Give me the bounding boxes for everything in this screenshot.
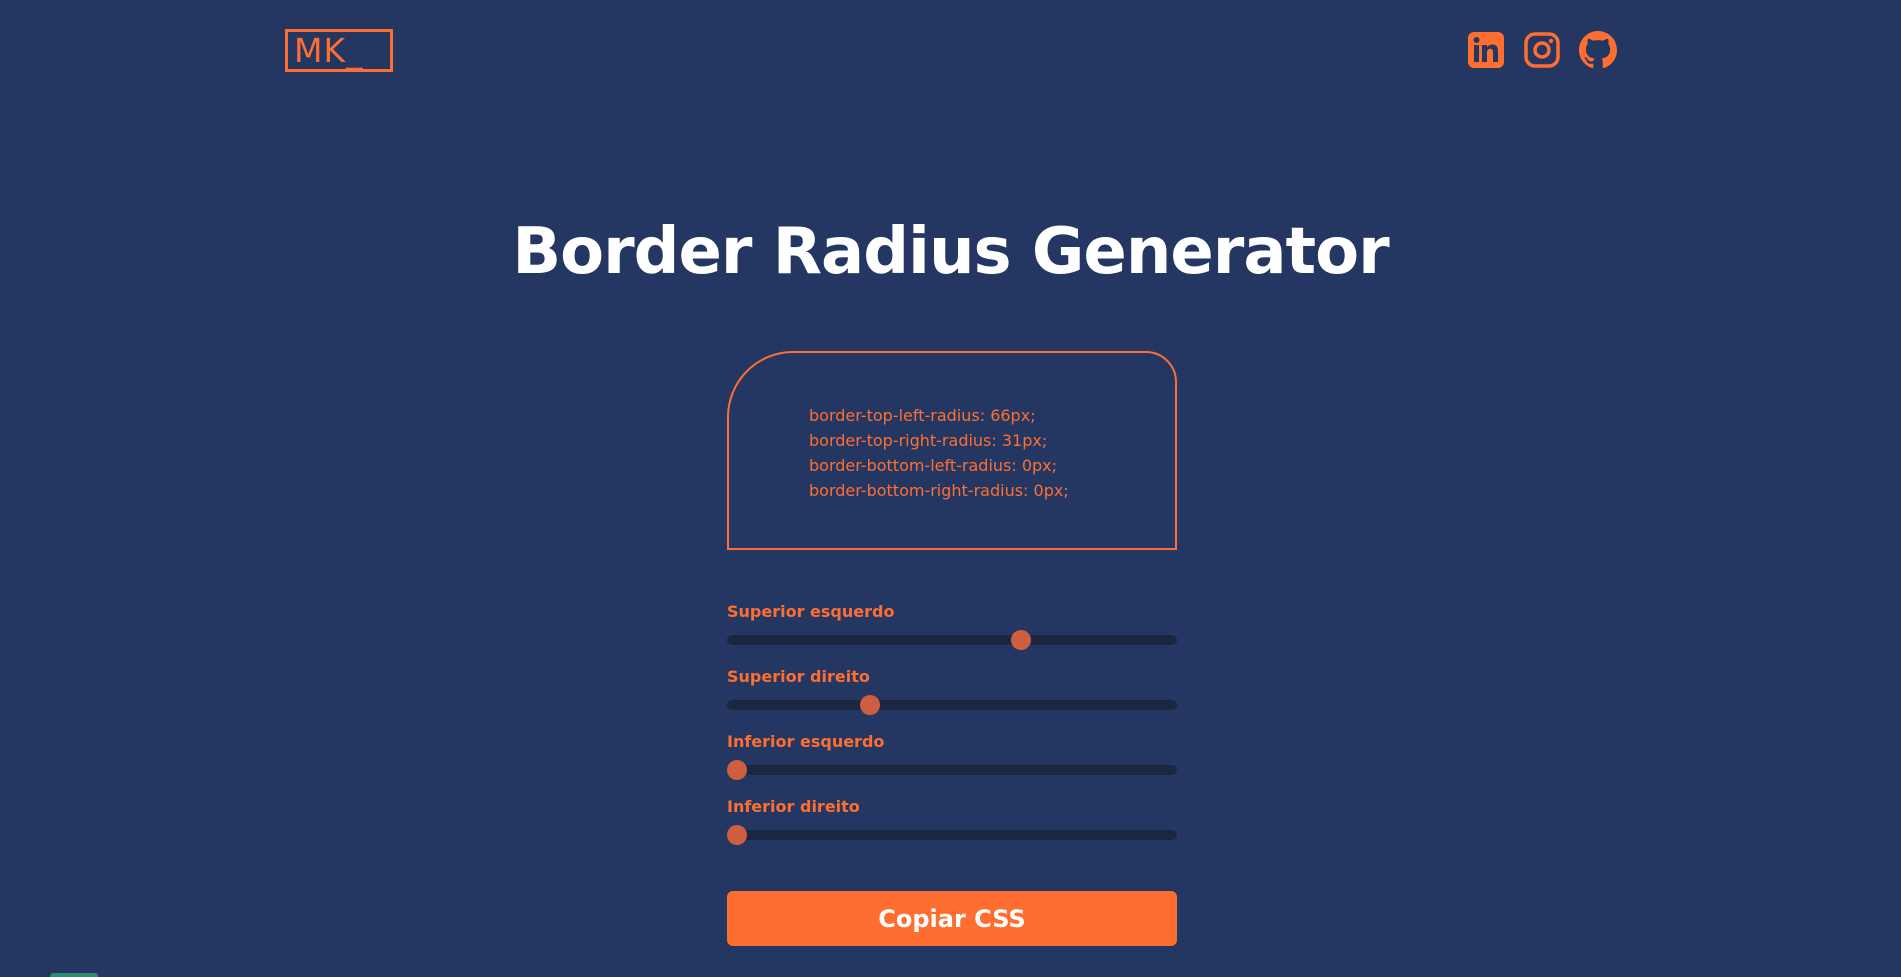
label-top-left: Superior esquerdo <box>727 602 895 621</box>
instagram-link[interactable] <box>1523 31 1561 69</box>
linkedin-link[interactable] <box>1467 31 1505 69</box>
social-links <box>1467 31 1617 69</box>
header: MK_ <box>0 0 1901 100</box>
slider-thumb-bottom-right[interactable] <box>727 825 747 845</box>
css-output: border-top-left-radius: 66px; border-top… <box>809 403 1069 503</box>
control-top-right: Superior direito <box>727 665 1177 730</box>
css-line-bottom-left: border-bottom-left-radius: 0px; <box>809 456 1058 475</box>
control-bottom-left: Inferior esquerdo <box>727 730 1177 795</box>
label-bottom-right: Inferior direito <box>727 797 860 816</box>
css-line-top-left: border-top-left-radius: 66px; <box>809 406 1036 425</box>
instagram-icon <box>1524 32 1560 68</box>
slider-top-right[interactable] <box>727 695 1177 715</box>
slider-top-left[interactable] <box>727 630 1177 650</box>
page-title: Border Radius Generator <box>512 215 1389 289</box>
control-top-left: Superior esquerdo <box>727 600 1177 665</box>
radius-preview-box: border-top-left-radius: 66px; border-top… <box>727 351 1177 550</box>
linkedin-icon <box>1468 32 1504 68</box>
github-link[interactable] <box>1579 31 1617 69</box>
radius-controls: Superior esquerdo Superior direito Infer… <box>727 600 1177 860</box>
label-top-right: Superior direito <box>727 667 870 686</box>
logo[interactable]: MK_ <box>285 29 393 72</box>
control-bottom-right: Inferior direito <box>727 795 1177 860</box>
slider-bottom-right[interactable] <box>727 825 1177 845</box>
github-icon <box>1579 31 1617 69</box>
slider-bottom-left[interactable] <box>727 760 1177 780</box>
label-bottom-left: Inferior esquerdo <box>727 732 885 751</box>
slider-thumb-top-left[interactable] <box>1010 630 1031 650</box>
copy-css-button[interactable]: Copiar CSS <box>727 891 1177 946</box>
slider-thumb-bottom-left[interactable] <box>727 760 747 780</box>
slider-thumb-top-right[interactable] <box>860 695 881 715</box>
css-line-bottom-right: border-bottom-right-radius: 0px; <box>809 481 1069 500</box>
corner-tab <box>50 973 98 977</box>
css-line-top-right: border-top-right-radius: 31px; <box>809 431 1048 450</box>
